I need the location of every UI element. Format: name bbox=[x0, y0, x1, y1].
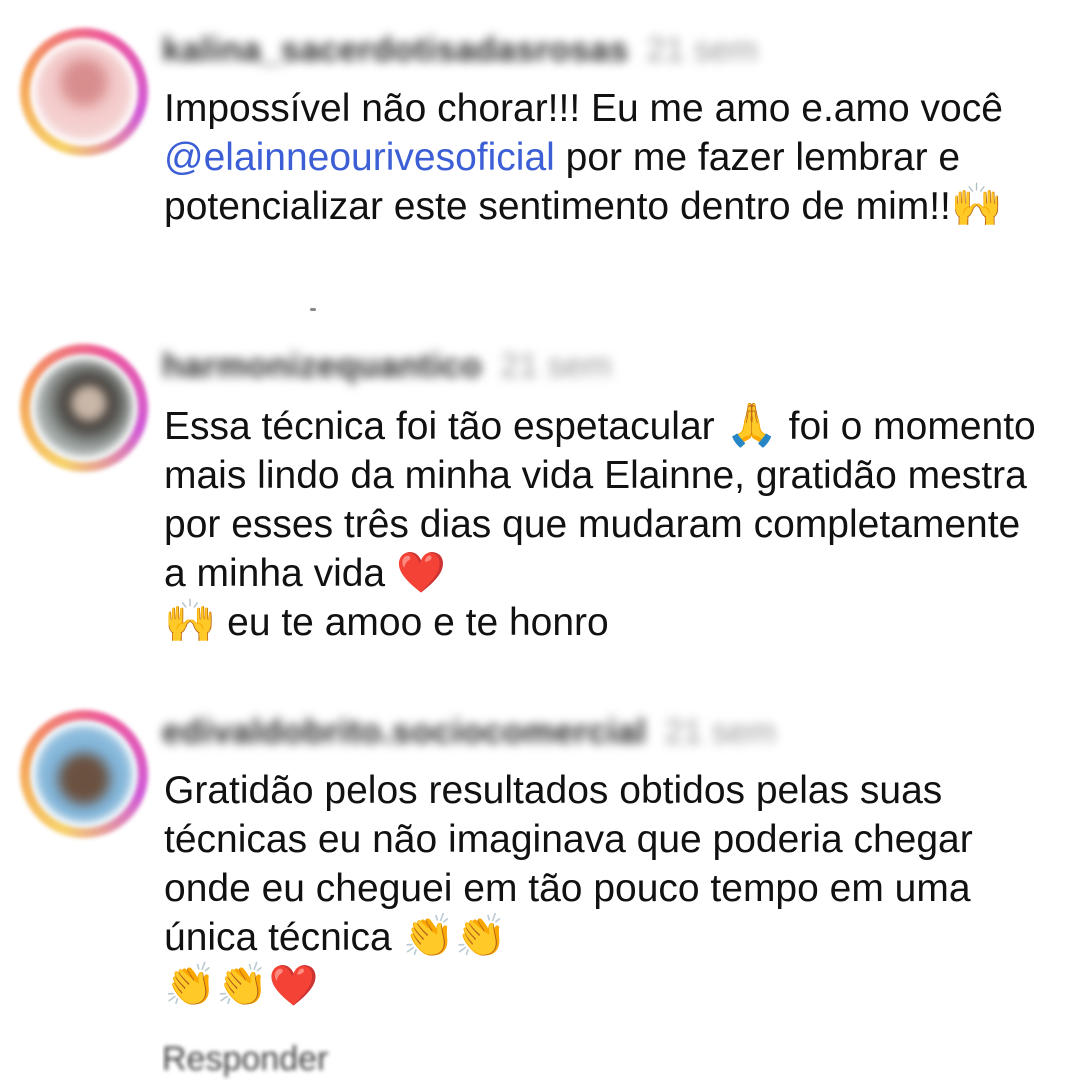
avatar bbox=[36, 726, 132, 822]
red-heart-emoji-icon: ❤️ bbox=[268, 963, 319, 1009]
username[interactable]: edivaldobrito.sociocomercial bbox=[162, 713, 646, 752]
comment-header: edivaldobrito.sociocomercial 21 sem bbox=[162, 710, 776, 754]
username[interactable]: harmonizequantico bbox=[162, 347, 482, 386]
raising-hands-emoji-icon: 🙌 bbox=[164, 596, 217, 645]
comment-text-part: Impossível não chorar!!! Eu me amo e.amo… bbox=[164, 87, 1003, 130]
comment-text: Gratidão pelos resultados obtidos pelas … bbox=[164, 766, 1044, 1011]
comment-text-part: eu te amoo e te honro bbox=[216, 601, 609, 644]
clapping-hands-emoji-icon: 👏 bbox=[454, 911, 508, 960]
comment-text: Impossível não chorar!!! Eu me amo e.amo… bbox=[164, 84, 1044, 231]
timestamp: 21 sem bbox=[500, 346, 612, 385]
mention-link[interactable]: @elainneourivesoficial bbox=[164, 136, 555, 179]
avatar bbox=[36, 44, 132, 140]
raising-hands-emoji-icon: 🙌 bbox=[950, 180, 1004, 229]
red-heart-emoji-icon: ❤️ bbox=[395, 550, 446, 596]
story-ring-avatar[interactable] bbox=[20, 28, 148, 156]
comment-text-part: Gratidão pelos resultados obtidos pelas … bbox=[164, 769, 973, 959]
avatar-frame bbox=[30, 38, 138, 146]
comment-text: Essa técnica foi tão espetacular 🙏 foi o… bbox=[164, 402, 1044, 647]
comment-header: harmonizequantico 21 sem bbox=[162, 344, 612, 388]
reply-link-partial[interactable]: Responder bbox=[162, 1032, 362, 1080]
avatar-frame bbox=[30, 720, 138, 828]
clapping-hands-emoji-icon: 👏 bbox=[402, 911, 455, 960]
praying-hands-emoji-icon: 🙏 bbox=[725, 400, 778, 449]
avatar-frame bbox=[30, 354, 138, 462]
comment-header: kalina_sacerdotisadasrosas 21 sem bbox=[162, 28, 758, 72]
divider-mark bbox=[310, 308, 316, 311]
timestamp: 21 sem bbox=[646, 30, 759, 69]
clapping-hands-emoji-icon: 👏 bbox=[164, 960, 217, 1009]
avatar bbox=[36, 360, 132, 456]
reply-label: Responder bbox=[162, 1040, 329, 1078]
clapping-hands-emoji-icon: 👏 bbox=[216, 960, 269, 1009]
comment-text-part: Essa técnica foi tão espetacular bbox=[164, 405, 726, 448]
timestamp: 21 sem bbox=[664, 712, 776, 751]
story-ring-avatar[interactable] bbox=[20, 710, 148, 838]
username[interactable]: kalina_sacerdotisadasrosas bbox=[162, 31, 629, 70]
story-ring-avatar[interactable] bbox=[20, 344, 148, 472]
